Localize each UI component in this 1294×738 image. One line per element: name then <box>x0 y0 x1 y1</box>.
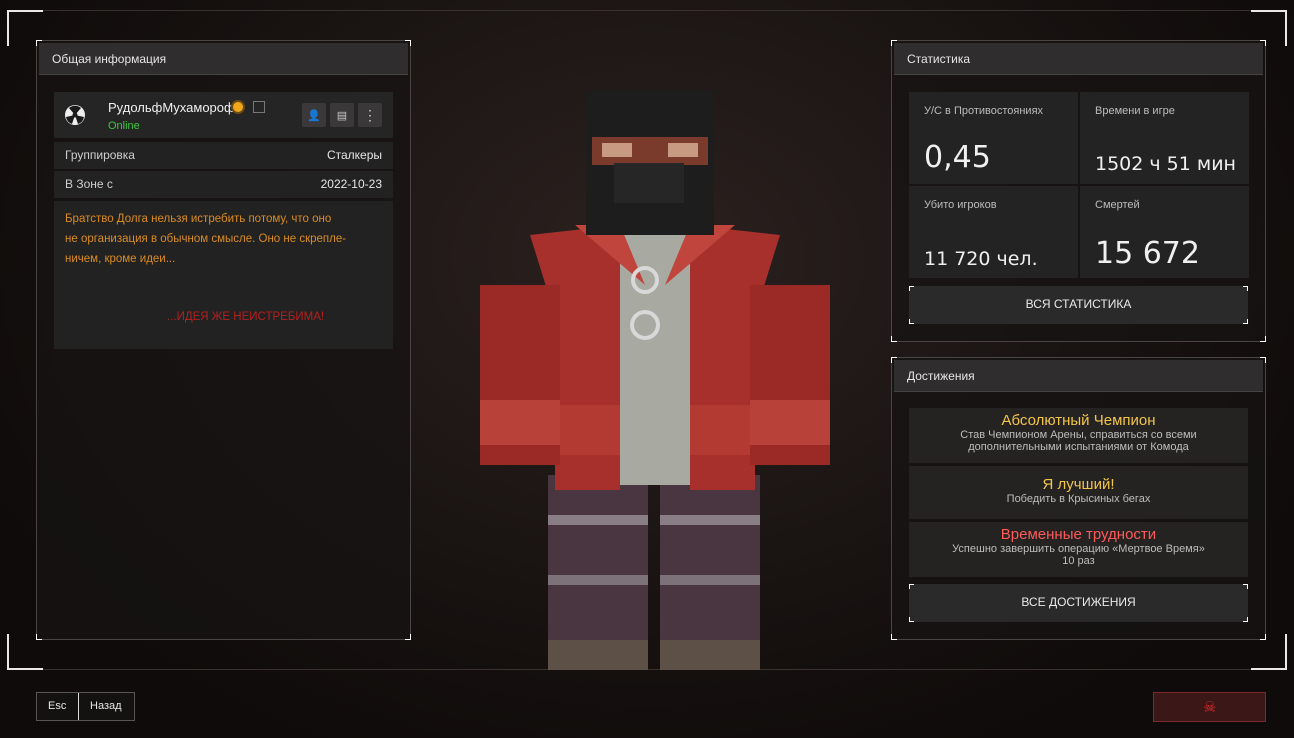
button-corner <box>909 319 914 324</box>
about-line: не организация в обычном смысле. Оно не … <box>65 233 347 245</box>
panel-corner <box>891 634 897 640</box>
frame-top-line <box>43 10 1251 11</box>
achievement-item[interactable]: Временные трудности Успешно завершить оп… <box>909 522 1248 577</box>
all-achievements-label: ВСЕ ДОСТИЖЕНИЯ <box>1021 595 1136 609</box>
achievements-title: Достижения <box>894 360 1263 392</box>
button-corner <box>1243 319 1248 324</box>
rank-badge-icon <box>231 100 245 114</box>
panel-corner <box>1260 634 1266 640</box>
more-vertical-icon: ⋮ <box>363 107 377 123</box>
all-stats-button[interactable]: ВСЯ СТАТИСТИКА <box>909 286 1248 324</box>
stats-title: Статистика <box>894 43 1263 75</box>
deaths-stat: Смертей 15 672 <box>1080 186 1249 278</box>
achievement-desc: Став Чемпионом Арены, справиться со всем… <box>960 429 1197 441</box>
zone-value: 2022-10-23 <box>320 177 382 191</box>
radiation-icon <box>65 105 85 125</box>
time-value: 1502 ч 51 мин <box>1095 153 1236 175</box>
achievement-desc: Успешно завершить операцию «Мертвое Врем… <box>952 543 1205 555</box>
button-corner <box>909 286 914 291</box>
faction-row: Группировка Сталкеры <box>54 142 393 169</box>
achievement-item[interactable]: Я лучший! Победить в Крысиных бегах <box>909 466 1248 519</box>
panel-corner <box>405 634 411 640</box>
deaths-value: 15 672 <box>1095 236 1200 271</box>
about-quote: ...ИДЕЯ ЖЕ НЕИСТРЕБИМА! <box>167 311 325 323</box>
stats-panel: Статистика У/С в Противостояниях 0,45 Вр… <box>891 40 1266 342</box>
button-corner <box>1243 286 1248 291</box>
kills-label: Убито игроков <box>924 199 997 211</box>
button-corner <box>909 617 914 622</box>
button-corner <box>909 584 914 589</box>
about-box: Братство Долга нельзя истребить потому, … <box>54 201 393 349</box>
faction-value: Сталкеры <box>326 148 382 162</box>
skull-crossbones-icon: ☠ <box>1203 699 1217 716</box>
achievements-panel: Достижения Абсолютный Чемпион Став Чемпи… <box>891 357 1266 640</box>
all-stats-label: ВСЯ СТАТИСТИКА <box>1025 297 1132 311</box>
faction-label: Группировка <box>65 148 135 162</box>
general-info-panel: Общая информация РудольфМухамороф Online… <box>36 40 411 640</box>
kills-stat: Убито игроков 11 720 чел. <box>909 186 1078 278</box>
about-line: ничем, кроме идеи... <box>65 253 176 265</box>
back-button[interactable]: Esc Назад <box>36 692 135 721</box>
add-friend-icon: 👤 <box>307 109 321 122</box>
general-info-title: Общая информация <box>39 43 408 75</box>
kd-label: У/С в Противостояниях <box>924 105 1044 117</box>
zone-label: В Зоне с <box>65 177 113 191</box>
button-corner <box>1243 584 1248 589</box>
zone-row: В Зоне с 2022-10-23 <box>54 171 393 198</box>
panel-corner <box>1260 336 1266 342</box>
panel-corner <box>891 336 897 342</box>
key-divider <box>78 693 79 720</box>
achievement-desc: дополнительными испытаниями от Комода <box>968 441 1189 453</box>
achievement-item[interactable]: Абсолютный Чемпион Став Чемпионом Арены,… <box>909 408 1248 463</box>
achievement-title: Абсолютный Чемпион <box>1001 412 1156 429</box>
achievement-title: Я лучший! <box>1042 476 1115 493</box>
panel-corner <box>36 634 42 640</box>
achievement-desc: 10 раз <box>1062 555 1095 567</box>
add-friend-button[interactable]: 👤 <box>302 103 326 127</box>
online-status: Online <box>108 120 140 132</box>
esc-key: Esc <box>48 700 67 712</box>
kd-stat: У/С в Противостояниях 0,45 <box>909 92 1078 184</box>
all-achievements-button[interactable]: ВСЕ ДОСТИЖЕНИЯ <box>909 584 1248 622</box>
profile-card: РудольфМухамороф Online 👤 ▤ ⋮ <box>54 92 393 138</box>
button-corner <box>1243 617 1248 622</box>
deaths-label: Смертей <box>1095 199 1140 211</box>
time-label: Времени в игре <box>1095 105 1175 117</box>
about-line: Братство Долга нельзя истребить потому, … <box>65 213 332 225</box>
back-label: Назад <box>90 700 122 712</box>
kd-value: 0,45 <box>924 140 991 175</box>
report-button[interactable]: ☠ <box>1153 692 1266 722</box>
player-name[interactable]: РудольфМухамороф <box>108 100 235 115</box>
kills-value: 11 720 чел. <box>924 248 1038 270</box>
character-model <box>480 90 830 670</box>
achievement-title: Временные трудности <box>1000 526 1157 543</box>
copy-icon[interactable] <box>253 101 265 113</box>
chat-button[interactable]: ▤ <box>330 103 354 127</box>
more-button[interactable]: ⋮ <box>358 103 382 127</box>
achievement-desc: Победить в Крысиных бегах <box>1006 493 1151 505</box>
chat-icon: ▤ <box>336 109 348 122</box>
time-stat: Времени в игре 1502 ч 51 мин <box>1080 92 1249 184</box>
